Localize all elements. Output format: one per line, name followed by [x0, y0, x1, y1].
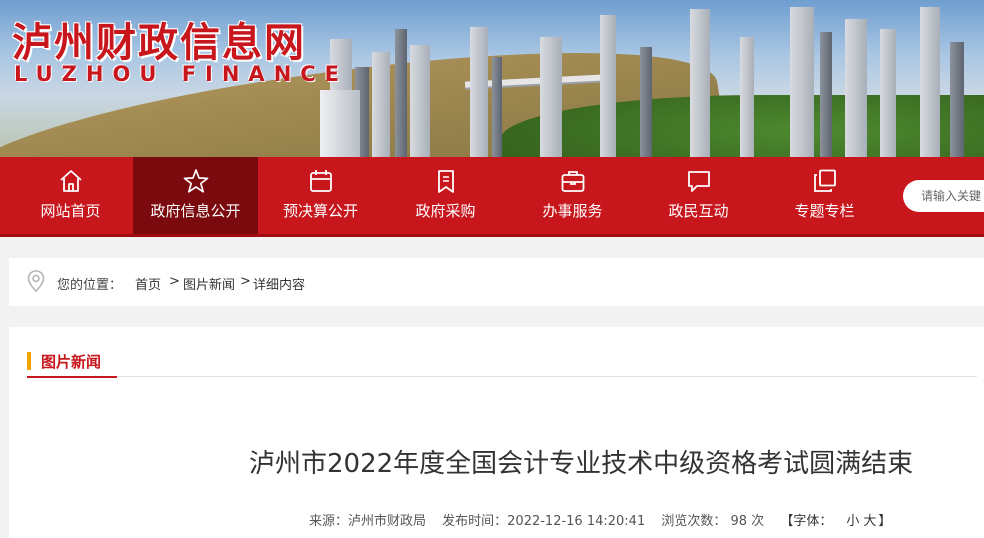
banner-building: [690, 9, 710, 157]
bookmark-icon: [437, 170, 454, 193]
font-size-bracket: 】: [878, 514, 892, 529]
location-pin-icon: [27, 270, 45, 292]
banner-building: [740, 37, 754, 157]
breadcrumb-current: 详细内容: [253, 278, 306, 293]
nav-item-label: 政府信息公开: [150, 202, 241, 220]
article-meta: 来源：泸州市财政局 发布时间：2022-12-16 14:20:41 浏览次数：…: [309, 510, 915, 529]
section-header: 图片新闻: [27, 347, 977, 378]
main-nav: 网站首页 政府信息公开 预决算公开 政府采购 办事服务 政民互动 专题专栏: [0, 157, 984, 237]
briefcase-icon: [561, 171, 584, 192]
banner-building: [790, 7, 814, 157]
banner-building: [950, 42, 964, 157]
section-title: 图片新闻: [41, 353, 102, 371]
banner-building: [640, 47, 652, 157]
font-size-control: 【字体： 小大】: [780, 514, 903, 529]
banner-building: [920, 7, 940, 157]
calendar-icon: [309, 170, 332, 192]
nav-item-interaction[interactable]: 政民互动: [636, 157, 761, 234]
banner-building: [600, 15, 616, 157]
copy-icon: [813, 169, 836, 192]
home-icon: [59, 170, 82, 192]
article-view-count: 浏览次数： 98 次: [661, 514, 765, 529]
article-source: 来源：泸州市财政局: [309, 514, 427, 529]
star-icon: [183, 169, 208, 193]
article-card: 图片新闻 泸州市2022年度全国会计专业技术中级资格考试圆满结束 来源：泸州市财…: [9, 327, 984, 538]
breadcrumb: 您的位置： 首页 > 图片新闻 > 详细内容: [9, 258, 984, 306]
breadcrumb-label: 您的位置：: [57, 278, 123, 293]
banner-building: [320, 90, 360, 157]
nav-item-label: 预决算公开: [282, 202, 358, 220]
banner-building: [540, 37, 562, 157]
nav-item-procurement[interactable]: 政府采购: [383, 157, 508, 234]
nav-item-label: 网站首页: [40, 202, 101, 220]
nav-item-label: 专题专栏: [794, 202, 855, 220]
article-publish-time: 发布时间：2022-12-16 14:20:41: [442, 514, 646, 529]
nav-item-home[interactable]: 网站首页: [8, 157, 133, 234]
article-title: 泸州市2022年度全国会计专业技术中级资格考试圆满结束: [249, 449, 914, 479]
site-subtitle: LUZHOU FINANCE: [14, 62, 349, 86]
nav-item-label: 办事服务: [542, 202, 603, 220]
font-size-label: 【字体：: [780, 514, 833, 529]
font-small-button[interactable]: 小: [846, 514, 859, 529]
banner-building: [880, 29, 896, 157]
breadcrumb-separator: >: [240, 274, 251, 289]
site-title: 泸州财政信息网: [12, 19, 306, 66]
breadcrumb-news-link[interactable]: 图片新闻: [183, 274, 235, 293]
search-input[interactable]: [903, 180, 984, 212]
banner-building: [820, 32, 832, 157]
header-banner: 泸州财政信息网 LUZHOU FINANCE: [0, 0, 984, 157]
banner-building: [395, 29, 407, 157]
banner-building: [845, 19, 867, 157]
nav-item-topics[interactable]: 专题专栏: [762, 157, 887, 234]
section-underline: [27, 376, 117, 378]
banner-building: [470, 27, 488, 157]
banner-building: [372, 52, 390, 157]
chat-icon: [687, 171, 710, 192]
search-box: [903, 180, 984, 212]
nav-item-services[interactable]: 办事服务: [510, 157, 635, 234]
font-large-button[interactable]: 大: [863, 514, 876, 529]
breadcrumb-home-link[interactable]: 首页: [135, 274, 161, 293]
section-accent-bar: [27, 352, 31, 370]
nav-item-gov-info[interactable]: 政府信息公开: [133, 157, 258, 234]
banner-building: [410, 45, 430, 157]
banner-building: [492, 57, 502, 157]
nav-item-label: 政府采购: [415, 202, 476, 220]
nav-item-budget[interactable]: 预决算公开: [258, 157, 383, 234]
breadcrumb-separator: >: [169, 274, 180, 289]
nav-item-label: 政民互动: [668, 202, 729, 220]
